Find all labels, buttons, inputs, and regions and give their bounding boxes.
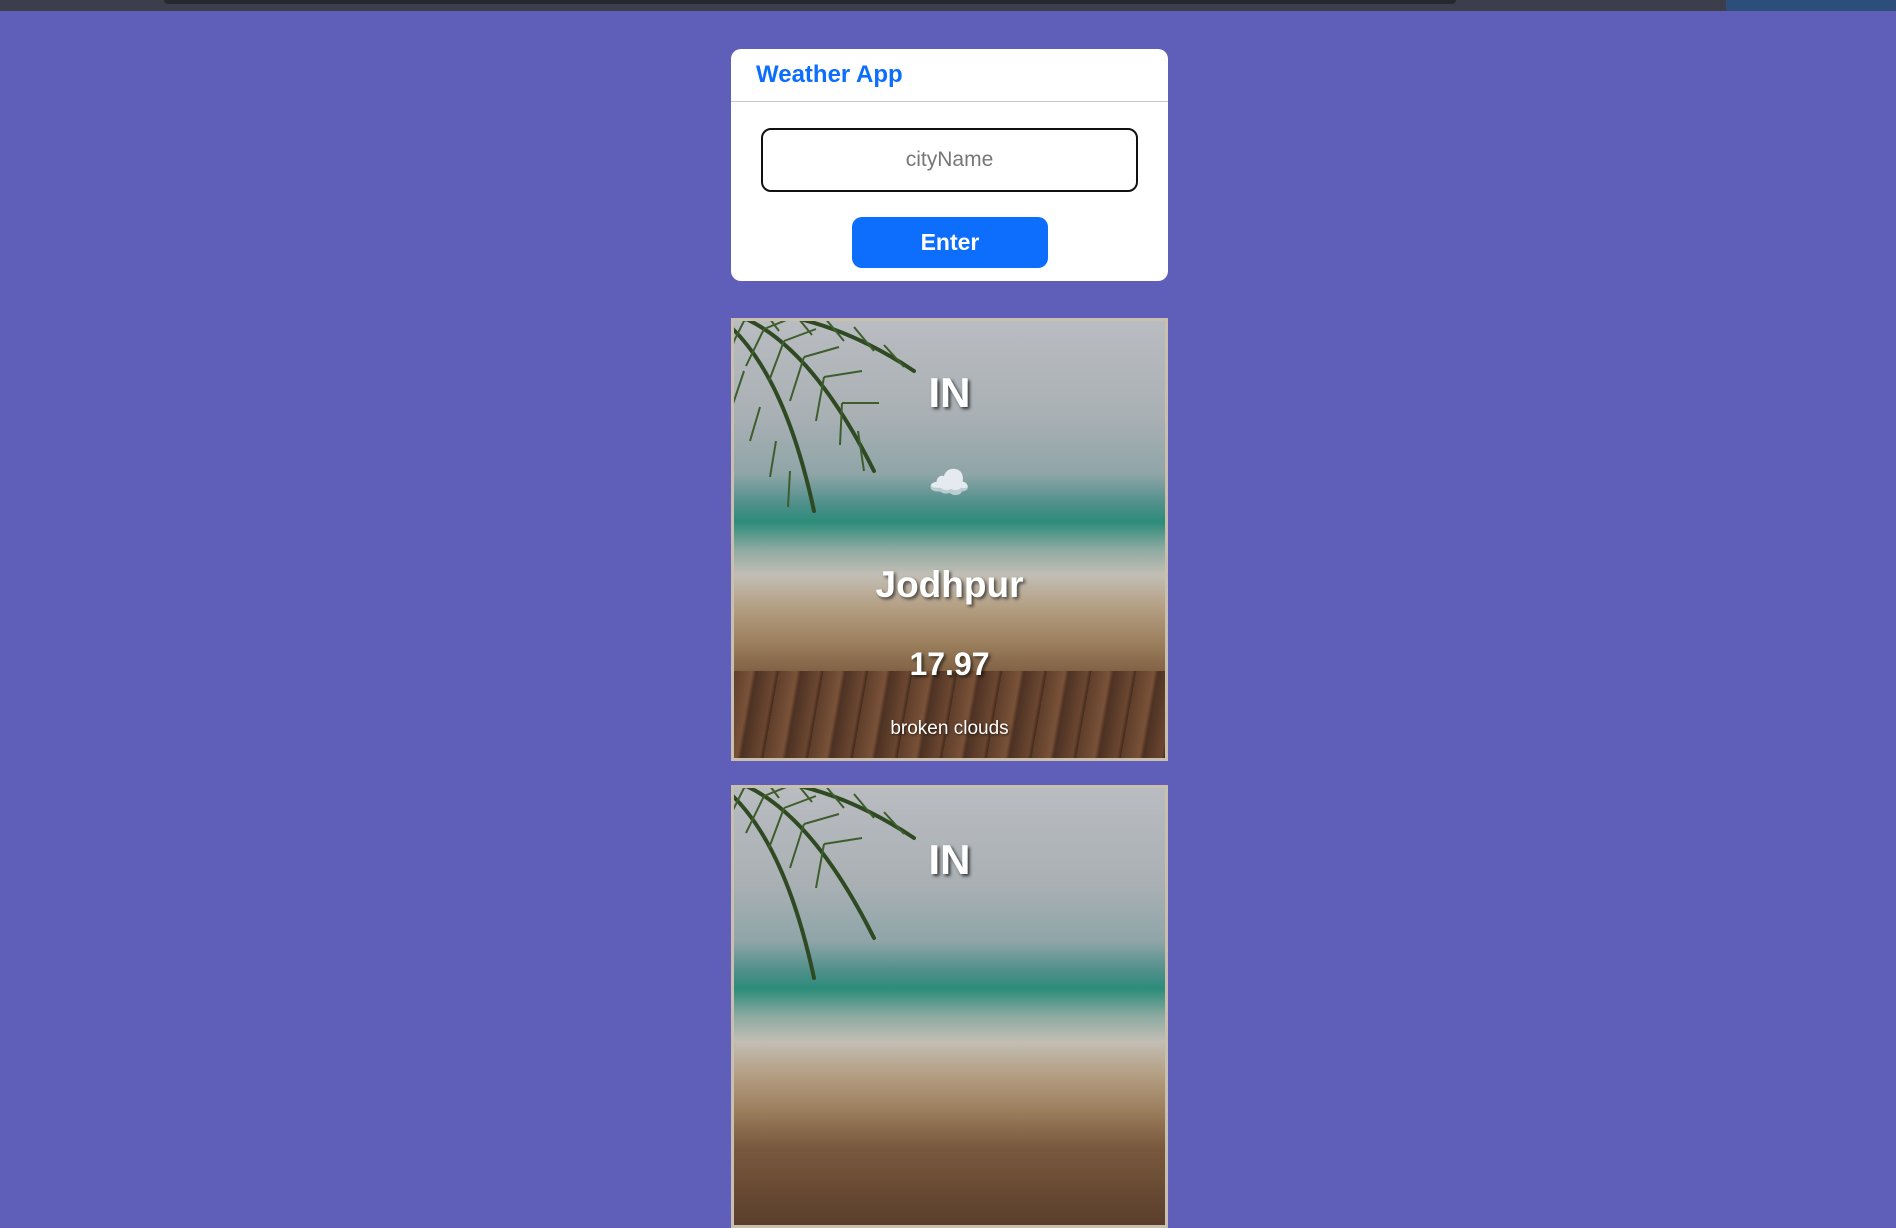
browser-tab-strip [164,0,1456,4]
weather-card: IN ☁️ Jodhpur 17.97 broken clouds [731,318,1168,761]
enter-button[interactable]: Enter [852,217,1048,268]
app-title: Weather App [756,61,903,88]
card-header: Weather App [731,49,1168,102]
wooden-deck-image [734,670,1165,758]
browser-accent [1726,0,1896,11]
city-name-input[interactable] [761,128,1138,192]
broken-clouds-icon: ☁️ [928,464,971,502]
browser-top-bar [0,0,1896,11]
country-code: IN [928,369,971,416]
search-card: Weather App Enter [731,49,1168,281]
temperature: 17.97 [909,646,990,682]
palm-leaves-image [734,788,916,980]
city-name: Jodhpur [875,564,1024,605]
weather-description: broken clouds [890,718,1009,739]
weather-card: IN [731,785,1168,1228]
palm-leaves-image [734,321,916,513]
country-code: IN [928,836,971,883]
